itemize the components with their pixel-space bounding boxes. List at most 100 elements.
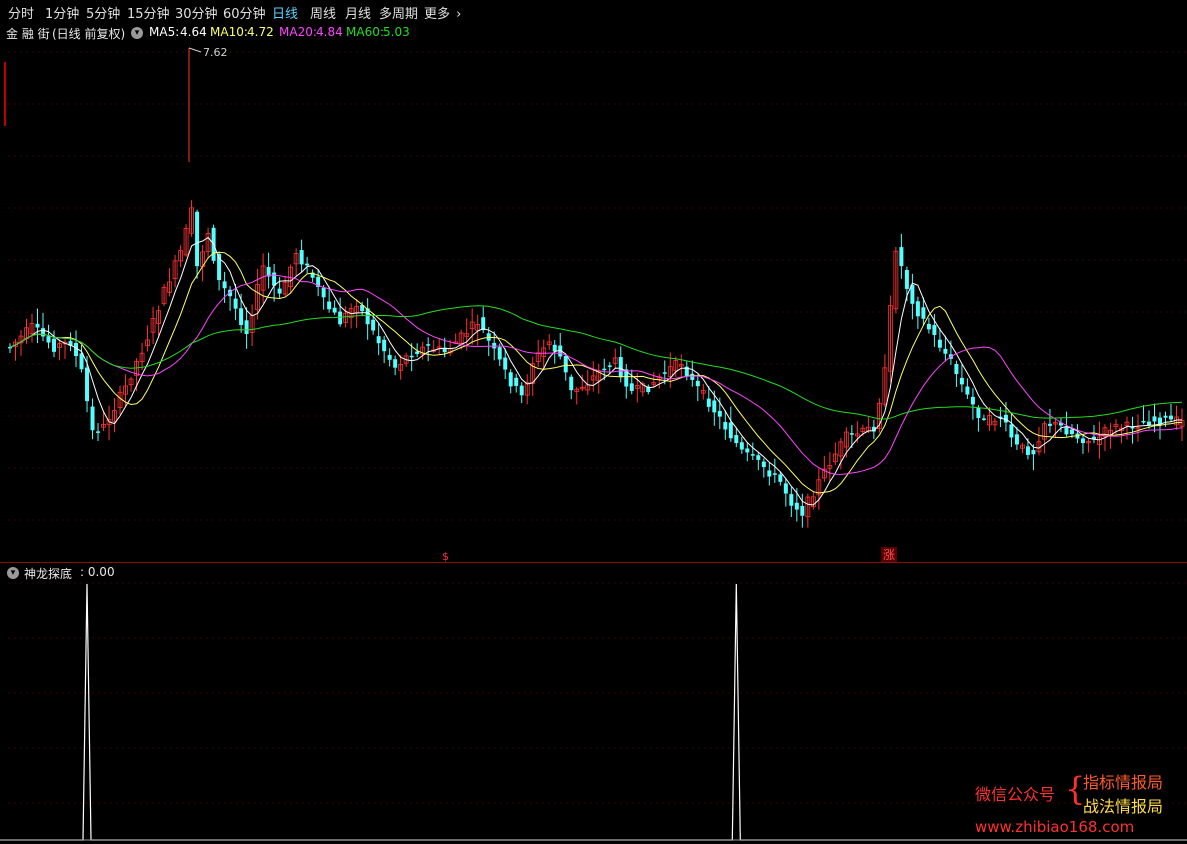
ma-info-bar: 金 融 街 (日线 前复权) ▾ MA5: 4.64 MA10: 4.72 MA… xyxy=(0,24,1187,42)
more-label: 更多 xyxy=(424,7,451,22)
candle-body xyxy=(1009,424,1014,438)
ma10-label: MA10: xyxy=(210,25,248,39)
candle-body xyxy=(734,435,739,444)
candle-body xyxy=(794,502,799,510)
candle-body xyxy=(761,461,766,468)
candle-body xyxy=(723,422,728,430)
wechat-label: 微信公众号 xyxy=(975,785,1056,804)
period-tab-monthly[interactable]: 月线 xyxy=(345,3,371,22)
candle-body xyxy=(662,372,667,374)
candle-body xyxy=(921,307,926,319)
ma-line xyxy=(9,305,1183,420)
period-tab-weekly[interactable]: 周线 xyxy=(310,3,336,22)
chart-mode: (日线 前复权) xyxy=(52,27,126,41)
ma10-value: 4.72 xyxy=(247,25,274,39)
period-tab-daily[interactable]: 日线 xyxy=(272,3,298,22)
candle-body xyxy=(90,406,95,431)
ma5-value: 4.64 xyxy=(180,25,207,39)
candle-body xyxy=(35,323,40,328)
candle-body xyxy=(481,317,486,331)
candle-body xyxy=(1069,429,1074,435)
candle-body xyxy=(74,343,79,357)
candle-body xyxy=(503,357,508,370)
candle-body xyxy=(1047,423,1052,426)
candle-body xyxy=(756,455,761,460)
candle-body xyxy=(937,339,942,348)
candle-body xyxy=(387,354,392,360)
candle-body xyxy=(382,339,387,352)
dropdown-icon[interactable]: ▾ xyxy=(131,27,143,39)
period-tab-1min[interactable]: 1分钟 xyxy=(45,3,79,22)
candle-body xyxy=(717,410,722,417)
period-tab-60min[interactable]: 60分钟 xyxy=(223,3,266,22)
ma-line xyxy=(9,274,1183,475)
candle-body xyxy=(728,422,733,439)
high-price-pointer xyxy=(188,47,202,53)
candle-body xyxy=(1014,434,1019,445)
period-tab-fenshi[interactable]: 分时 xyxy=(8,3,34,22)
candle-body xyxy=(745,448,750,453)
candle-body xyxy=(96,431,101,433)
candle-body xyxy=(690,373,695,380)
candle-body xyxy=(233,298,238,309)
candle-body xyxy=(965,386,970,395)
candle-body xyxy=(1141,420,1146,423)
candle-body xyxy=(970,396,975,405)
candle-body xyxy=(789,494,794,506)
period-tab-5min[interactable]: 5分钟 xyxy=(86,3,120,22)
candle-body xyxy=(321,287,326,298)
ma60-value: 5.03 xyxy=(383,25,410,39)
candle-body xyxy=(976,407,981,418)
candle-body xyxy=(695,380,700,387)
candle-body xyxy=(415,351,420,354)
candle-body xyxy=(239,308,244,326)
candle-body xyxy=(772,473,777,475)
candle-body xyxy=(79,353,84,370)
candle-body xyxy=(376,336,381,344)
candle-body xyxy=(327,301,332,310)
candle-body xyxy=(552,344,557,352)
candle-body xyxy=(332,307,337,313)
signal-mark-dollar: $ xyxy=(442,550,449,562)
candle-body xyxy=(1080,438,1085,444)
candle-body xyxy=(1064,427,1069,435)
period-toolbar: 分时 1分钟 5分钟 15分钟 30分钟 60分钟 日线 周线 月线 多周期 更… xyxy=(0,0,1187,24)
watermark: 微信公众号 { 指标情报局 战法情报局 www.zhibiao168.com xyxy=(975,766,1185,842)
ma60-label: MA60: xyxy=(346,25,384,39)
candle-body xyxy=(277,288,282,294)
candle-body xyxy=(563,355,568,373)
period-tab-30min[interactable]: 30分钟 xyxy=(175,3,218,22)
candle-body xyxy=(739,442,744,450)
ma-line xyxy=(9,251,1183,494)
high-price-label: 7.62 xyxy=(203,46,228,59)
candle-body xyxy=(497,347,502,360)
candle-body xyxy=(849,433,854,435)
period-tab-more[interactable]: 更多 › xyxy=(424,3,461,22)
candle-body xyxy=(899,247,904,267)
candle-body xyxy=(305,263,310,266)
candle-body xyxy=(1163,415,1168,418)
indicator-name: 神龙探底 xyxy=(24,567,73,581)
period-tab-multi[interactable]: 多周期 xyxy=(379,3,418,22)
candle-body xyxy=(981,418,986,420)
candle-body xyxy=(299,250,304,265)
candle-body xyxy=(750,454,755,456)
candle-body xyxy=(904,269,909,289)
stock-name: 金 融 街 xyxy=(6,27,50,41)
candle-body xyxy=(569,376,574,391)
candle-body xyxy=(514,377,519,386)
indicator-info-bar: ▾ 神龙探底 : 0.00 xyxy=(0,564,600,582)
candle-body xyxy=(426,344,431,346)
candlestick-chart[interactable]: 7.62 $ 涨 xyxy=(0,42,1187,562)
period-tab-15min[interactable]: 15分钟 xyxy=(127,3,170,22)
candle-body xyxy=(800,505,805,516)
candle-body xyxy=(244,320,249,335)
candle-body xyxy=(943,348,948,354)
price-axis-marker xyxy=(4,62,6,126)
chevron-right-icon: › xyxy=(456,7,462,22)
candle-body xyxy=(778,474,783,482)
dropdown-icon[interactable]: ▾ xyxy=(7,567,19,579)
signal-mark-zhang: 涨 xyxy=(883,547,895,562)
candle-body xyxy=(915,301,920,317)
candle-body xyxy=(371,319,376,331)
